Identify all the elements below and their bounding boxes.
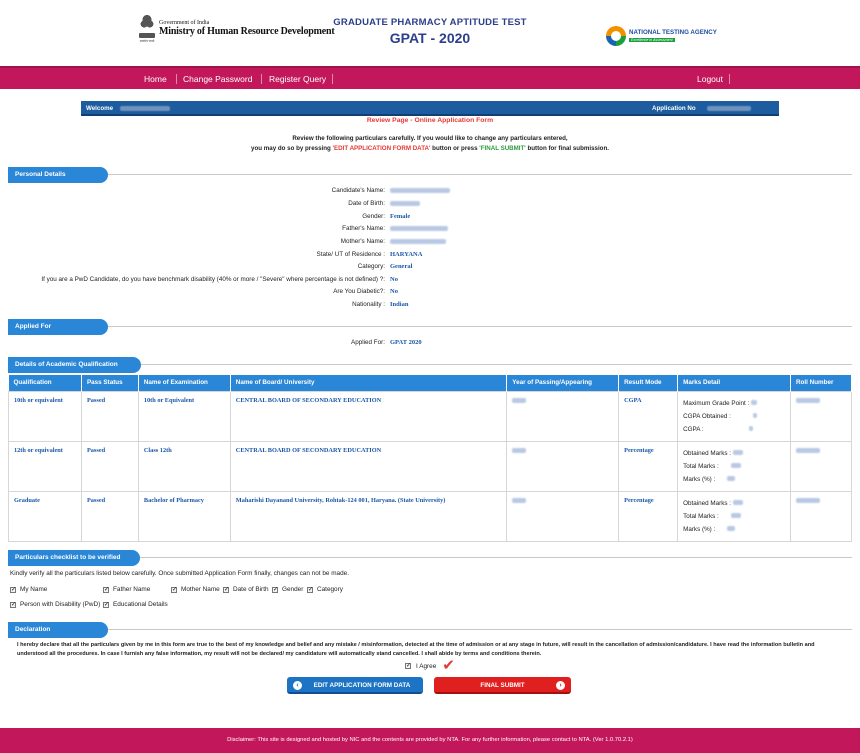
row-nationality: Nationality : Indian [352,301,409,308]
checkbox[interactable]: ✓ [103,586,109,593]
col-roll-number: Roll Number [790,375,852,391]
site-header: सत्यमेव जयते Government of India Ministr… [0,0,860,66]
exam-title-line2: GPAT - 2020 [389,30,471,46]
redacted-value [796,447,820,453]
checkbox[interactable]: ✓ [171,586,177,593]
checkbox[interactable]: ✓ [223,586,229,593]
nav-register-query[interactable]: Register Query [269,74,326,84]
redacted-value [512,497,527,503]
row-applied-for: Applied For: GPAT 2020 [351,339,422,346]
declaration-text: I hereby declare that all the particular… [17,642,815,657]
checkbox[interactable]: ✓ [272,586,278,593]
nav-separator [729,74,730,84]
checklist-educational[interactable]: ✓ Educational Details [103,601,168,608]
row-mother-name: Mother's Name: [0,238,860,248]
checklist-dob[interactable]: ✓ Date of Birth [223,586,269,593]
checklist-father-name[interactable]: ✓ Father Name [103,586,150,593]
qualification-table: Qualification Pass Status Name of Examin… [8,375,852,542]
checklist-mother-name[interactable]: ✓ Mother Name [171,586,220,593]
section-declaration: Declaration [8,622,852,638]
table-row: 12th or equivalent Passed Class 12th CEN… [8,440,852,492]
row-state: State/ UT of Residence : HARYANA [316,251,423,258]
main-nav: Home Change Password Register Query Logo… [0,66,860,89]
table-row: Graduate Passed Bachelor of Pharmacy Mah… [8,490,852,542]
nav-home[interactable]: Home [144,74,167,84]
exam-title-line1: GRADUATE PHARMACY APTITUDE TEST [333,17,527,28]
application-no-label: Application No [652,105,696,112]
row-dob: Date of Birth: [0,200,860,210]
chevron-left-icon: ‹ [293,681,302,690]
col-pass-status: Pass Status [81,375,139,391]
nta-emblem-icon [606,26,626,46]
nav-change-password[interactable]: Change Password [183,74,252,84]
checkbox[interactable]: ✓ [10,601,16,608]
chevron-right-icon: › [556,681,565,690]
edit-application-button[interactable]: ‹ EDIT APPLICATION FORM DATA [287,677,423,694]
welcome-label: Welcome [86,105,114,112]
checkbox[interactable]: ✓ [307,586,313,593]
row-candidate-name: Candidate's Name: [0,187,860,197]
col-exam-name: Name of Examination [138,375,231,391]
nta-name: NATIONAL TESTING AGENCY [629,29,717,36]
nta-logo: NATIONAL TESTING AGENCY Excellence in As… [606,26,717,46]
row-gender: Gender: Female [362,213,411,220]
redacted-value [390,239,446,245]
nav-separator [176,74,177,84]
section-academic: Details of Academic Qualification [8,357,852,373]
redacted-value [512,397,527,403]
row-father-name: Father's Name: [0,225,860,235]
checklist-intro: Kindly verify all the particulars listed… [10,570,349,577]
checklist-pwd[interactable]: ✓ Person with Disability (PwD) [10,601,100,608]
redacted-value [390,226,448,232]
page-title: Review Page - Online Application Form [366,117,494,124]
col-result-mode: Result Mode [618,375,679,391]
row-category: Category: General [357,263,413,270]
agree-checkbox-row[interactable]: ✓ I Agree ✔ [405,657,455,674]
checkbox[interactable]: ✓ [103,601,109,608]
final-submit-button[interactable]: FINAL SUBMIT › [434,677,571,694]
redacted-value [796,497,820,503]
table-row: 10th or equivalent Passed 10th or Equiva… [8,390,852,442]
agree-checkbox[interactable]: ✓ [405,663,411,669]
nav-separator [332,74,333,84]
redacted-value [796,397,820,403]
section-applied-for: Applied For [8,319,852,335]
row-pwd: If you are a PwD Candidate, do you have … [41,276,398,283]
col-board: Name of Board/ University [230,375,508,391]
nta-tagline: Excellence in Assessment [629,38,675,42]
redacted-value [512,447,527,453]
exam-title: GRADUATE PHARMACY APTITUDE TEST GPAT - 2… [0,17,860,46]
candidate-name-redacted [120,106,170,111]
application-no-redacted [707,106,751,111]
section-personal-details: Personal Details [8,167,852,183]
table-header-row: Qualification Pass Status Name of Examin… [8,375,852,391]
nav-logout[interactable]: Logout [697,74,723,84]
section-checklist: Particulars checklist to be verified [8,550,852,566]
checkbox[interactable]: ✓ [10,586,16,593]
redacted-value [390,201,420,207]
checkmark-icon: ✔ [442,657,455,674]
col-marks-detail: Marks Detail [677,375,791,391]
checklist-category[interactable]: ✓ Category [307,586,343,593]
redacted-value [390,188,450,194]
col-year: Year of Passing/Appearing [506,375,620,391]
nav-separator [261,74,262,84]
row-diabetic: Are You Diabetic?: No [333,288,398,295]
checklist-my-name[interactable]: ✓ My Name [10,586,47,593]
footer-disclaimer: Disclaimer: This site is designed and ho… [0,728,860,753]
col-qualification: Qualification [8,375,82,391]
checklist-gender[interactable]: ✓ Gender [272,586,303,593]
welcome-bar: Welcome Application No [81,101,779,116]
review-instructions: Review the following particulars careful… [251,135,609,152]
agree-label: I Agree [416,662,437,670]
